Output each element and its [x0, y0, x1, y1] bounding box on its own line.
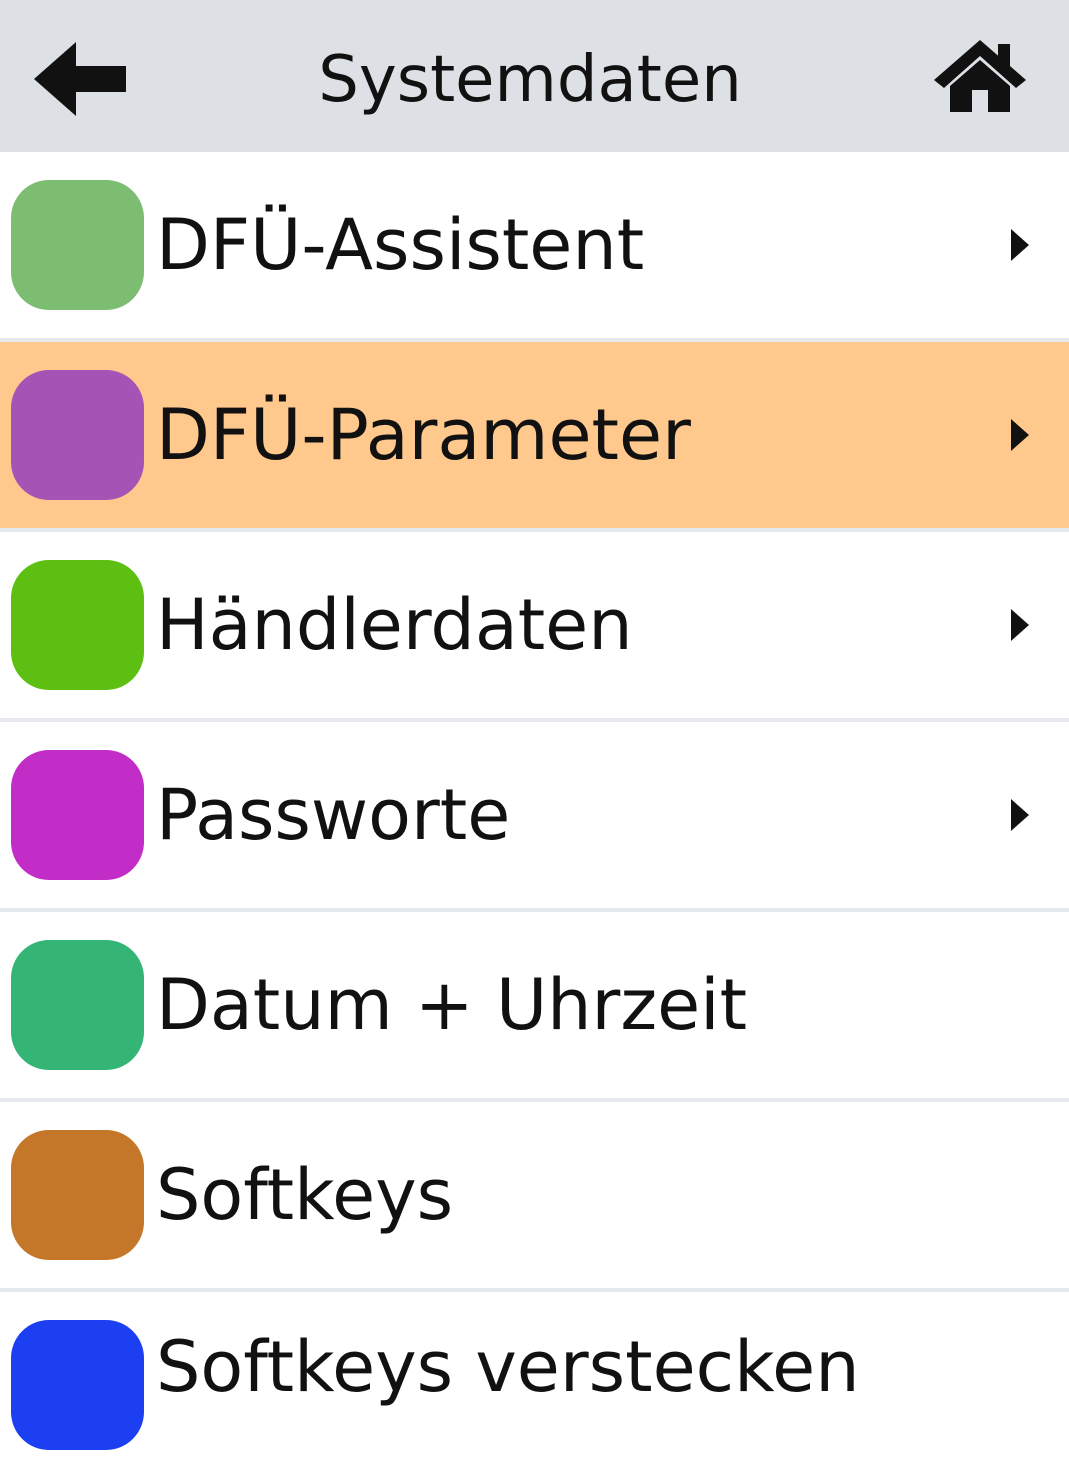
chevron-right-icon — [1011, 799, 1029, 831]
arrow-left-icon — [34, 42, 126, 116]
menu-item-color-swatch — [11, 940, 144, 1070]
chevron-right-icon — [1011, 229, 1029, 261]
menu-item-label: Händlerdaten — [156, 584, 633, 666]
menu-item-label: DFÜ-Parameter — [156, 394, 691, 476]
menu-item-label: Softkeys verstecken — [156, 1326, 860, 1408]
menu-item-dfue-parameter[interactable]: DFÜ-Parameter — [0, 338, 1069, 528]
menu-item-haendlerdaten[interactable]: Händlerdaten — [0, 528, 1069, 718]
menu-item-dfue-assistent[interactable]: DFÜ-Assistent — [0, 152, 1069, 338]
page-title: Systemdaten — [318, 43, 742, 117]
menu-item-color-swatch — [11, 750, 144, 880]
home-icon — [934, 40, 1026, 112]
menu-item-color-swatch — [11, 370, 144, 500]
menu-item-label: DFÜ-Assistent — [156, 204, 645, 286]
menu-list: DFÜ-Assistent DFÜ-Parameter Händlerdaten… — [0, 152, 1069, 1478]
menu-item-softkeys-verstecken[interactable]: Softkeys verstecken — [0, 1288, 1069, 1478]
menu-item-color-swatch — [11, 1320, 144, 1450]
menu-item-color-swatch — [11, 1130, 144, 1260]
menu-item-color-swatch — [11, 560, 144, 690]
header-bar: Systemdaten — [0, 0, 1069, 152]
menu-item-label: Datum + Uhrzeit — [156, 964, 748, 1046]
chevron-right-icon — [1011, 419, 1029, 451]
menu-item-color-swatch — [11, 180, 144, 310]
menu-item-softkeys[interactable]: Softkeys — [0, 1098, 1069, 1288]
back-button[interactable] — [30, 38, 130, 120]
menu-item-datum-uhrzeit[interactable]: Datum + Uhrzeit — [0, 908, 1069, 1098]
menu-item-label: Passworte — [156, 774, 511, 856]
home-button[interactable] — [930, 36, 1030, 116]
menu-item-label: Softkeys — [156, 1154, 454, 1236]
menu-item-passworte[interactable]: Passworte — [0, 718, 1069, 908]
chevron-right-icon — [1011, 609, 1029, 641]
